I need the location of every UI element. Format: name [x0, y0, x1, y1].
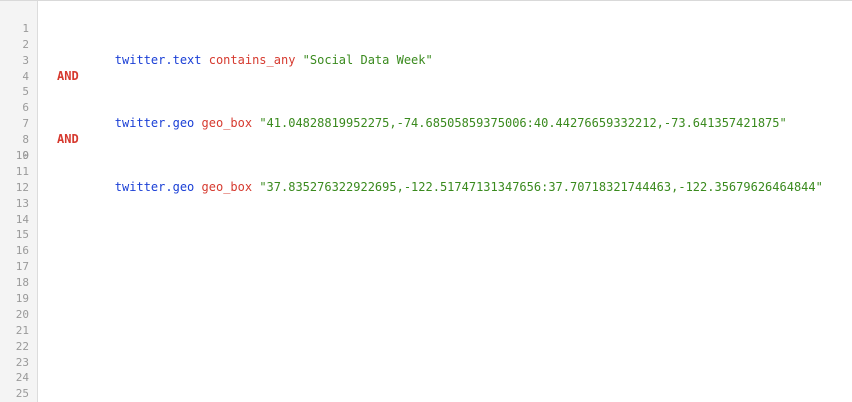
code-line-15[interactable]: 15: [0, 227, 852, 243]
line-number: 25: [15, 387, 29, 401]
line-number: 21: [15, 323, 29, 337]
line-number: 22: [15, 339, 29, 353]
code-line-7[interactable]: 7 AND: [0, 100, 852, 146]
code-line-6[interactable]: 6: [0, 84, 852, 114]
code-line-5[interactable]: 5 twitter.geo geo_box "41.04828819952275…: [0, 69, 852, 130]
code-line-18[interactable]: 18: [0, 275, 852, 291]
code-line-16[interactable]: 16: [0, 243, 852, 259]
line-number: 12: [15, 180, 29, 194]
code-line-13[interactable]: 13: [0, 196, 852, 212]
code-line-8[interactable]: 8: [0, 116, 852, 146]
code-line-19[interactable]: 19: [0, 291, 852, 307]
code-lines: 1 twitter.text contains_any "Social Data…: [0, 5, 852, 402]
code-line-25[interactable]: 25: [0, 386, 852, 402]
line-number: 23: [15, 355, 29, 369]
code-line-2[interactable]: 2: [0, 21, 852, 51]
line-number: 17: [15, 260, 29, 274]
line-number: 10: [15, 149, 29, 163]
code-line-10[interactable]: 10: [0, 148, 852, 164]
code-line-21[interactable]: 21: [0, 323, 852, 339]
code-line-17[interactable]: 17: [0, 259, 852, 275]
code-line-9[interactable]: 9 twitter.geo geo_box "37.83527632292269…: [0, 132, 852, 194]
code-line-22[interactable]: 22: [0, 339, 852, 355]
code-line-23[interactable]: 23: [0, 355, 852, 371]
code-line-4[interactable]: 4: [0, 53, 852, 83]
line-number: 20: [15, 307, 29, 321]
line-number: 18: [15, 276, 29, 290]
code-line-14[interactable]: 14: [0, 212, 852, 228]
code-line-12[interactable]: 12: [0, 180, 852, 196]
code-editor[interactable]: 1 twitter.text contains_any "Social Data…: [0, 0, 852, 402]
line-number: 13: [15, 196, 29, 210]
line-number: 19: [15, 292, 29, 306]
code-line-20[interactable]: 20: [0, 307, 852, 323]
line-number: 15: [15, 228, 29, 242]
code-line-24[interactable]: 24: [0, 370, 852, 386]
line-number: 24: [15, 371, 29, 385]
code-line-3[interactable]: 3 AND: [0, 37, 852, 83]
code-line-1[interactable]: 1 twitter.text contains_any "Social Data…: [0, 5, 852, 67]
line-number: 11: [15, 164, 29, 178]
code-line-11[interactable]: 11: [0, 164, 852, 180]
line-number: 16: [15, 244, 29, 258]
line-number: 14: [15, 212, 29, 226]
